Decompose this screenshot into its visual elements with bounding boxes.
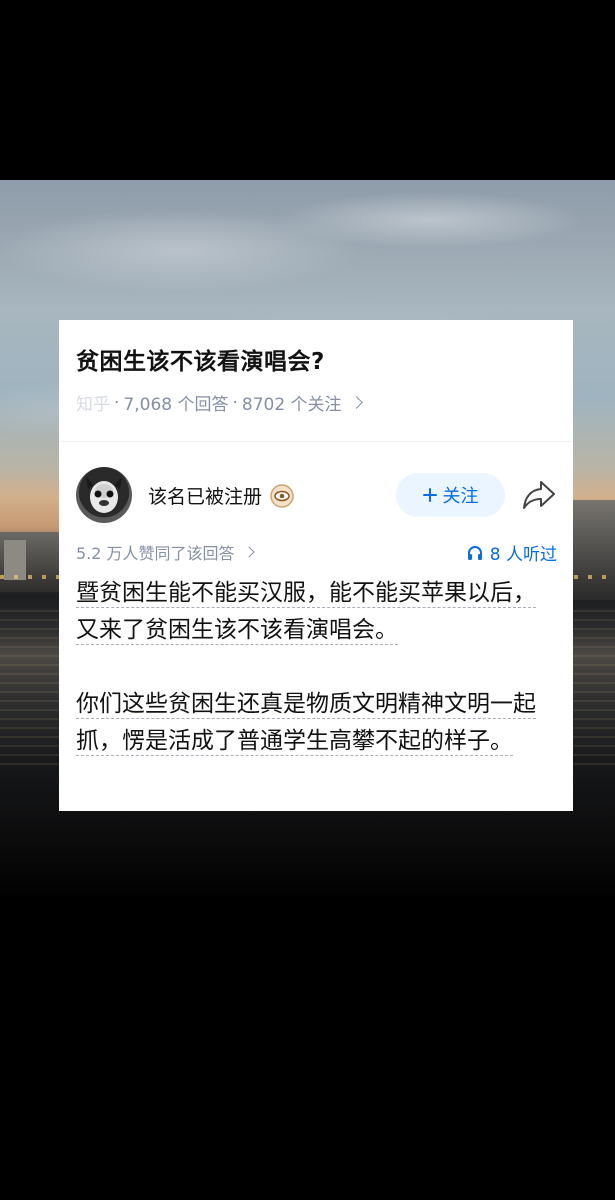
avatar[interactable] [76,467,132,523]
chevron-right-icon [349,396,363,409]
answer-content[interactable]: 暨贫困生能不能买汉服，能不能买苹果以后，又来了贫困生该不该看演唱会。 你们这些贫… [76,575,556,760]
likes-text: 5.2 万人赞同了该回答 [76,544,235,563]
answer-card: 贫困生该不该看演唱会? 知乎 · 7,068 个回答 · 8702 个关注 该名… [59,320,573,811]
plus-icon [422,488,437,502]
chevron-right-icon [242,546,255,558]
headphones-icon [467,545,482,560]
follow-button[interactable]: 关注 [396,473,505,517]
badge-eye-icon [270,483,294,508]
listen-text: 8 人听过 [489,545,557,565]
screen: 贫困生该不该看演唱会? 知乎 · 7,068 个回答 · 8702 个关注 该名… [0,0,615,1200]
answer-count: 7,068 个回答 [123,395,229,415]
author-row: 该名已被注册 [148,482,294,509]
source-label: 知乎 [76,395,110,415]
listen-stat[interactable]: 8 人听过 [466,540,557,565]
answer-paragraph: 暨贫困生能不能买汉服，能不能买苹果以后，又来了贫困生该不该看演唱会。 [76,580,536,645]
divider [59,441,573,442]
question-title[interactable]: 贫困生该不该看演唱会? [76,342,325,376]
follow-label: 关注 [442,486,479,507]
share-icon[interactable] [521,478,557,512]
likes-stat[interactable]: 5.2 万人赞同了该回答 [76,540,255,564]
answer-paragraph: 你们这些贫困生还真是物质文明精神文明一起抓，愣是活成了普通学生高攀不起的样子。 [76,691,536,756]
question-meta[interactable]: 知乎 · 7,068 个回答 · 8702 个关注 [76,390,363,415]
author-name[interactable]: 该名已被注册 [148,482,262,509]
follower-count: 8702 个关注 [241,395,342,415]
